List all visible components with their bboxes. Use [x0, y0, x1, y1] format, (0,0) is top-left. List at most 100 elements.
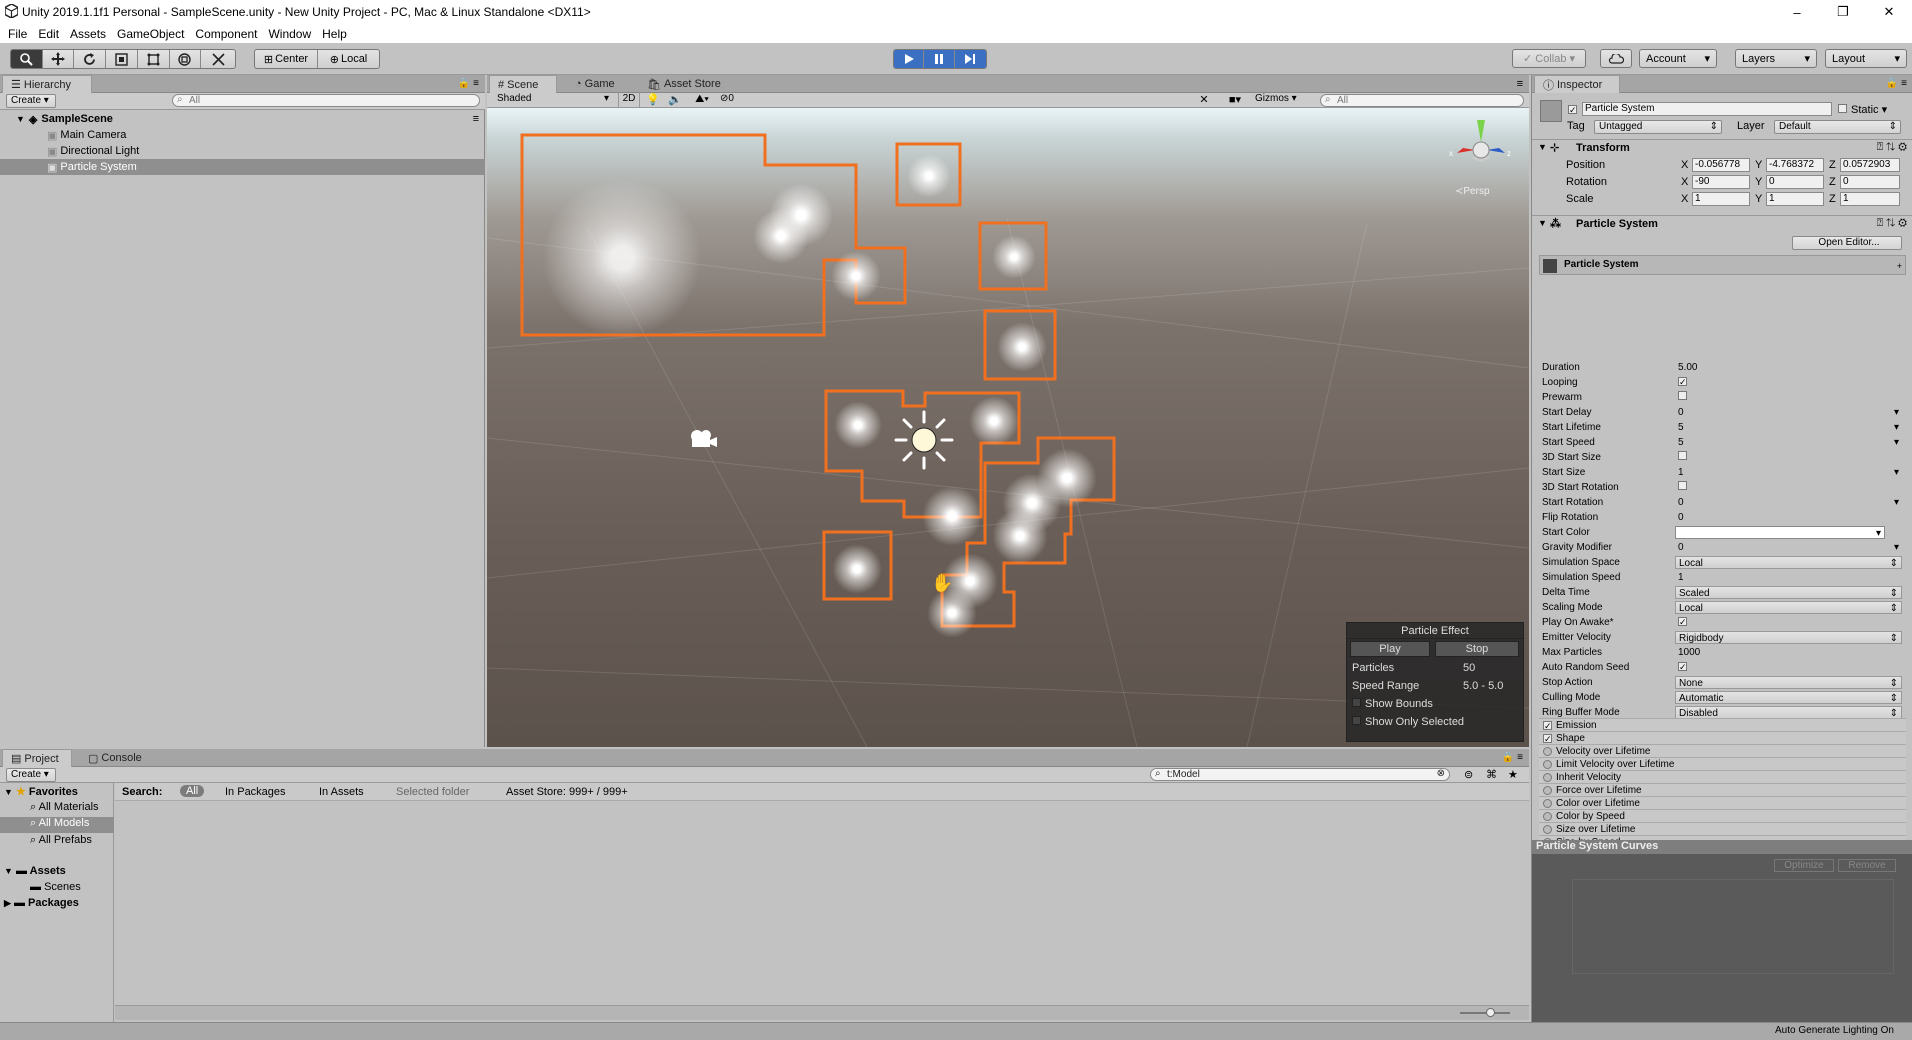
collapse-arrow-icon[interactable]: ▼ [1538, 218, 1547, 228]
show-only-selected-toggle[interactable]: Show Only Selected [1352, 716, 1464, 728]
ps-module-limit-velocity-over-lifetime[interactable]: Limit Velocity over Lifetime [1539, 757, 1906, 770]
rotate-tool-icon[interactable] [74, 50, 107, 68]
position-z-field[interactable]: 0.0572903 [1840, 158, 1900, 172]
active-checkbox[interactable]: ✓ [1568, 105, 1577, 115]
collapse-arrow-icon[interactable]: ▼ [1538, 142, 1547, 152]
scene-search-input[interactable]: ⌕ All [1320, 94, 1524, 107]
scene-viewport[interactable]: ✋ x z ≺Persp Particle Effect Play Stop P… [487, 108, 1529, 747]
tab-project[interactable]: ▤ Project [2, 749, 72, 767]
rotation-z-field[interactable]: 0 [1840, 175, 1900, 189]
module-enable-checkbox[interactable]: ✓ [1543, 720, 1552, 730]
chevron-down-icon[interactable]: ▾ [1894, 496, 1899, 509]
hidden-objects-toggle[interactable]: ⊘0 [720, 93, 748, 107]
ps-module-color-over-lifetime[interactable]: Color over Lifetime [1539, 796, 1906, 809]
show-bounds-toggle[interactable]: Show Bounds [1352, 698, 1433, 710]
filter-label-icon[interactable]: ⌘ [1486, 768, 1497, 781]
step-button[interactable] [954, 50, 986, 68]
module-enable-checkbox[interactable] [1543, 811, 1552, 821]
chevron-down-icon[interactable]: ▾ [1894, 436, 1899, 449]
ps-prop-field[interactable]: 1 [1675, 571, 1902, 584]
2d-toggle[interactable]: 2D [618, 93, 640, 107]
particle-stop-button[interactable]: Stop [1435, 641, 1519, 657]
module-enable-checkbox[interactable]: ✓ [1543, 733, 1552, 743]
ps-prop-dropdown[interactable]: Scaled ⇕ [1675, 586, 1902, 599]
chevron-down-icon[interactable]: ▾ [1894, 541, 1899, 554]
ps-module-emission[interactable]: ✓ Emission [1539, 718, 1906, 731]
module-enable-checkbox[interactable] [1543, 746, 1552, 756]
scope-selected-folder[interactable]: Selected folder [396, 786, 469, 798]
ps-prop-dropdown[interactable]: Rigidbody ⇕ [1675, 631, 1902, 644]
clear-search-icon[interactable]: ⊗ [1437, 768, 1445, 779]
transform-tool-icon[interactable] [170, 50, 202, 68]
menu-assets[interactable]: Assets [70, 27, 106, 41]
project-search-input[interactable]: ⌕ t:Model ⊗ [1150, 768, 1450, 781]
filter-type-icon[interactable]: ⊜ [1464, 768, 1473, 781]
layout-dropdown[interactable]: Layout ▾ [1825, 49, 1907, 68]
module-enable-checkbox[interactable] [1543, 772, 1552, 782]
static-toggle[interactable]: Static ▾ [1838, 103, 1887, 116]
particle-system-header[interactable]: ▼ ⁂ Particle System ⍰ ⇅ ⚙ [1532, 215, 1912, 231]
ps-prop-dropdown[interactable]: Local ⇕ [1675, 601, 1902, 614]
lighting-toggle-icon[interactable]: 💡 [643, 93, 663, 107]
minimize-button[interactable]: – [1774, 0, 1820, 24]
chevron-down-icon[interactable]: ▾ [1894, 406, 1899, 419]
ps-prop-checkbox[interactable] [1675, 481, 1902, 494]
tab-hierarchy[interactable]: ☰ Hierarchy [2, 75, 92, 93]
menu-file[interactable]: File [8, 27, 27, 41]
folder-scenes[interactable]: ▬ Scenes [30, 881, 81, 893]
ps-prop-field[interactable]: 0 [1675, 511, 1902, 524]
effects-dropdown-icon[interactable]: ⛰▾ [688, 93, 716, 107]
ps-prop-field[interactable]: 0 ▾ [1675, 496, 1902, 509]
layers-dropdown[interactable]: Layers ▾ [1735, 49, 1817, 68]
pivot-center-toggle[interactable]: ⊞ Center [255, 50, 318, 68]
scene-row[interactable]: ▼ ◈ SampleScene ≡ [0, 111, 485, 127]
favorites-row[interactable]: ▼ ★ Favorites [4, 785, 78, 798]
hierarchy-item-main-camera[interactable]: ▣ Main Camera [0, 127, 485, 143]
move-tool-icon[interactable] [43, 50, 75, 68]
ps-prop-color-field[interactable]: ▾ [1675, 526, 1885, 539]
scope-asset-store[interactable]: Asset Store: 999+ / 999+ [506, 786, 628, 798]
hierarchy-item-directional-light[interactable]: ▣ Directional Light [0, 143, 485, 159]
expand-arrow-icon[interactable]: ▼ [4, 866, 13, 876]
menu-edit[interactable]: Edit [38, 27, 59, 41]
module-enable-checkbox[interactable] [1543, 785, 1552, 795]
panel-menu-icon[interactable]: 🔒 ≡ [458, 78, 479, 89]
chevron-down-icon[interactable]: ⇕ [1890, 602, 1898, 615]
component-settings-icon[interactable]: ⍰ ⇅ ⚙ [1877, 141, 1907, 154]
hierarchy-item-particle-system[interactable]: ▣ Particle System [0, 159, 485, 175]
module-enable-checkbox[interactable] [1543, 759, 1552, 769]
slider-handle[interactable] [1486, 1008, 1495, 1017]
pause-button[interactable] [924, 50, 955, 68]
hand-tool-icon[interactable] [11, 50, 43, 68]
audio-toggle-icon[interactable]: 🔈 [665, 93, 685, 107]
transform-header[interactable]: ▼ ⊹ Transform ⍰ ⇅ ⚙ [1532, 139, 1912, 155]
ps-prop-field[interactable]: 5 ▾ [1675, 421, 1902, 434]
tab-inspector[interactable]: ⓘ Inspector [1534, 75, 1620, 93]
ps-prop-checkbox[interactable]: ✓ [1675, 616, 1902, 629]
ps-prop-checkbox[interactable] [1675, 391, 1902, 404]
ps-prop-field[interactable]: 0 ▾ [1675, 541, 1902, 554]
scope-in-packages[interactable]: In Packages [225, 786, 286, 798]
tab-console[interactable]: ▢ Console [80, 749, 150, 767]
tools-icon[interactable]: ✕ [1195, 93, 1213, 107]
projection-label[interactable]: ≺Persp [1455, 186, 1490, 197]
module-enable-checkbox[interactable] [1543, 798, 1552, 808]
orientation-gizmo-icon[interactable]: x z [1441, 118, 1521, 178]
scale-y-field[interactable]: 1 [1766, 192, 1824, 206]
menu-help[interactable]: Help [322, 27, 347, 41]
chevron-down-icon[interactable]: ⇕ [1890, 587, 1898, 600]
ps-prop-checkbox[interactable]: ✓ [1675, 376, 1902, 389]
expand-arrow-icon[interactable]: ▶ [4, 898, 11, 908]
chevron-down-icon[interactable]: ▾ [1876, 527, 1881, 540]
panel-menu-icon[interactable]: 🔒 ≡ [1502, 752, 1523, 763]
tab-scene[interactable]: # Scene [489, 75, 557, 93]
scene-menu-icon[interactable]: ≡ [473, 113, 479, 125]
maximize-button[interactable]: ❐ [1820, 0, 1866, 24]
assets-row[interactable]: ▼ ▬ Assets [4, 865, 66, 877]
rotation-x-field[interactable]: -90 [1692, 175, 1750, 189]
position-x-field[interactable]: -0.056778 [1692, 158, 1750, 172]
panel-menu-icon[interactable]: 🔒 ≡ [1886, 78, 1907, 89]
chevron-down-icon[interactable]: ⇕ [1890, 632, 1898, 645]
curve-graph[interactable] [1572, 879, 1894, 974]
ps-prop-field[interactable]: 1000 [1675, 646, 1902, 659]
